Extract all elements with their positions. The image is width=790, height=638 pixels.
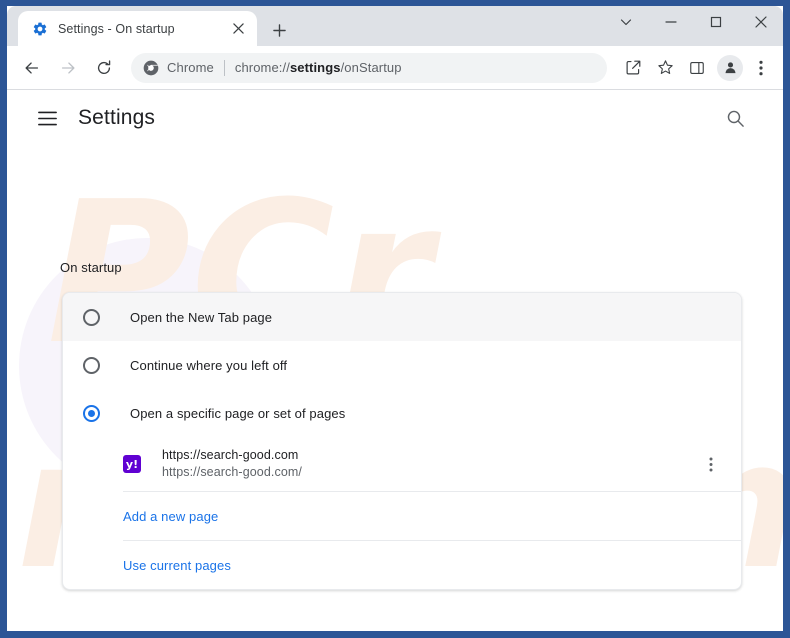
option-label: Open the New Tab page bbox=[130, 309, 273, 325]
forward-icon bbox=[53, 53, 83, 83]
radio-button[interactable] bbox=[83, 356, 100, 374]
tab-strip: Settings - On startup bbox=[7, 6, 783, 46]
startup-page-texts: https://search-good.com https://search-g… bbox=[162, 447, 697, 481]
browser-window-inner: Settings - On startup Chrome chrome://se… bbox=[7, 6, 783, 631]
startup-option-continue[interactable]: Continue where you left off bbox=[63, 341, 741, 389]
url-prefix: chrome:// bbox=[234, 60, 290, 75]
avatar[interactable] bbox=[717, 54, 743, 81]
radio-button[interactable] bbox=[83, 308, 100, 326]
close-window-icon[interactable] bbox=[738, 6, 783, 38]
reload-icon[interactable] bbox=[89, 53, 119, 83]
startup-page-row[interactable]: y! https://search-good.com https://searc… bbox=[63, 437, 741, 491]
use-current-pages-link[interactable]: Use current pages bbox=[123, 558, 231, 573]
startup-page-url: https://search-good.com/ bbox=[162, 465, 302, 479]
settings-header: Settings bbox=[7, 90, 783, 146]
search-icon[interactable] bbox=[719, 102, 751, 134]
chrome-logo-icon bbox=[143, 60, 159, 76]
url-suffix: /onStartup bbox=[340, 60, 402, 75]
url-bold-segment: settings bbox=[289, 60, 341, 75]
startup-page-title: https://search-good.com bbox=[162, 448, 299, 462]
omnibox-chip-label: Chrome bbox=[167, 60, 214, 75]
startup-option-specific-pages[interactable]: Open a specific page or set of pages bbox=[63, 389, 741, 437]
settings-gear-icon bbox=[32, 21, 48, 37]
chrome-menu-icon[interactable] bbox=[747, 54, 775, 82]
address-bar[interactable]: Chrome chrome://settings/onStartup bbox=[131, 52, 607, 83]
use-current-pages-row[interactable]: Use current pages bbox=[63, 541, 741, 589]
share-icon[interactable] bbox=[619, 54, 647, 82]
bookmark-star-icon[interactable] bbox=[651, 54, 679, 82]
radio-button-selected[interactable] bbox=[83, 404, 100, 422]
add-new-page-row[interactable]: Add a new page bbox=[63, 492, 741, 540]
settings-page: PCr risk.com Settings On st bbox=[7, 90, 783, 630]
section-title: On startup bbox=[60, 260, 122, 275]
option-label: Open a specific page or set of pages bbox=[130, 405, 346, 421]
browser-toolbar: Chrome chrome://settings/onStartup bbox=[7, 46, 783, 90]
tab-title: Settings - On startup bbox=[58, 21, 175, 36]
on-startup-card: Open the New Tab page Continue where you… bbox=[62, 292, 742, 590]
omnibox-url: chrome://settings/onStartup bbox=[235, 60, 402, 75]
window-controls bbox=[603, 6, 783, 46]
hamburger-menu-icon[interactable] bbox=[30, 101, 64, 135]
omnibox-separator bbox=[223, 59, 225, 76]
maximize-icon[interactable] bbox=[693, 6, 738, 38]
browser-window: Settings - On startup Chrome chrome://se… bbox=[0, 0, 790, 638]
side-panel-icon[interactable] bbox=[683, 54, 711, 82]
browser-tab-settings[interactable]: Settings - On startup bbox=[18, 11, 257, 46]
new-tab-button[interactable] bbox=[265, 16, 293, 44]
yahoo-favicon-icon: y! bbox=[123, 455, 141, 473]
back-icon[interactable] bbox=[17, 53, 47, 83]
option-label: Continue where you left off bbox=[130, 357, 288, 373]
startup-option-new-tab[interactable]: Open the New Tab page bbox=[63, 293, 741, 341]
chevron-down-icon[interactable] bbox=[603, 6, 648, 38]
row-more-actions-icon[interactable] bbox=[697, 450, 725, 478]
close-icon[interactable] bbox=[228, 19, 248, 39]
add-new-page-link[interactable]: Add a new page bbox=[123, 509, 218, 524]
page-title: Settings bbox=[78, 106, 156, 129]
minimize-icon[interactable] bbox=[648, 6, 693, 38]
